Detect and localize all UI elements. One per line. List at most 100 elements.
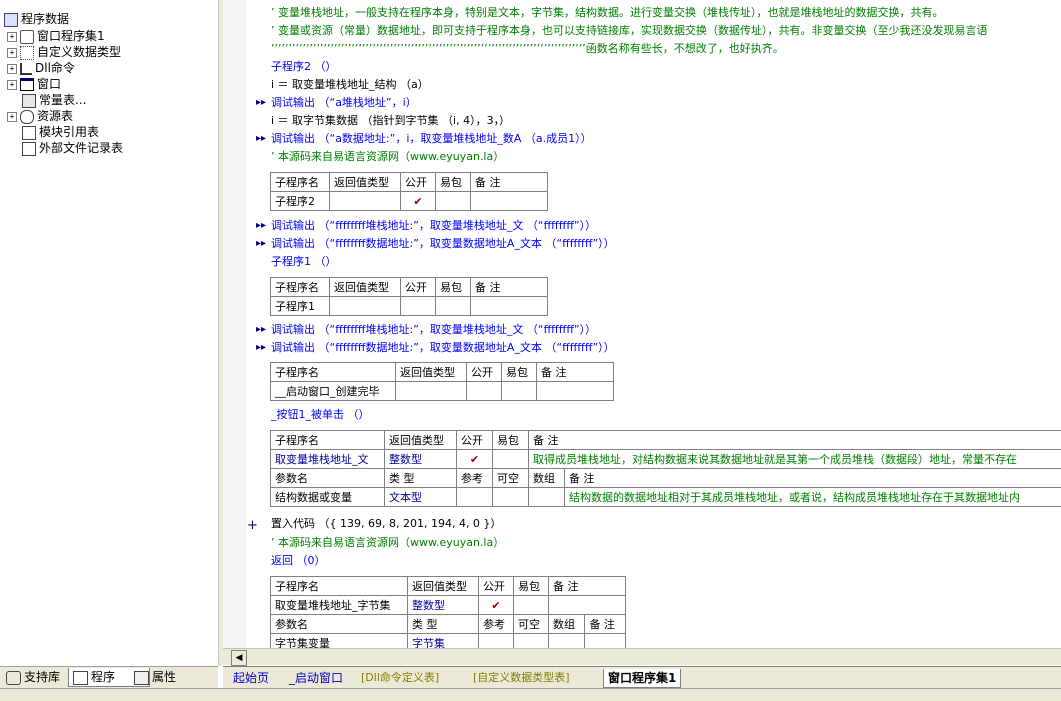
scroll-left-icon[interactable]: ◀ bbox=[231, 650, 247, 666]
code-line[interactable]: 调试输出 （“ffffffff堆栈地址:”，取变量堆栈地址_文 （“ffffff… bbox=[271, 218, 596, 234]
note-cell[interactable] bbox=[549, 596, 626, 615]
code-line[interactable]: 子程序2 （） bbox=[271, 59, 337, 75]
tree-item-constants[interactable]: 常量表... bbox=[22, 92, 86, 108]
tab-custom-types-table[interactable]: [自定义数据类型表] bbox=[473, 669, 570, 687]
tree-item-window-assembly[interactable]: +窗口程序集1 bbox=[7, 28, 105, 44]
code-line[interactable]: i ＝ 取字节集数据 （指针到字节集 （i, 4），3，） bbox=[271, 113, 510, 129]
sub1-table[interactable]: 子程序名 返回值类型 公开 易包 备 注 子程序1 bbox=[270, 277, 548, 316]
easy-pack-cell[interactable] bbox=[493, 450, 529, 469]
code-line[interactable]: 子程序1 （） bbox=[271, 254, 337, 270]
comment-line: ’ 变量或资源（常量）数据地址，即可支持于程序本身，也可以支持链接库，实现数据交… bbox=[271, 23, 988, 39]
header-cell: 备 注 bbox=[537, 363, 614, 382]
public-cell[interactable]: ✔ bbox=[457, 450, 493, 469]
public-cell[interactable] bbox=[467, 382, 502, 401]
sub-name-cell[interactable]: 子程序2 bbox=[271, 192, 330, 211]
public-cell[interactable]: ✔ bbox=[401, 192, 436, 211]
header-cell: 子程序名 bbox=[271, 278, 330, 297]
param-type-cell[interactable]: 字节集 bbox=[408, 634, 479, 649]
module-ref-icon bbox=[22, 126, 36, 140]
code-line[interactable]: 置入代码 （{ 139, 69, 8, 201, 194, 4, 0 }） bbox=[271, 516, 501, 532]
return-type-cell[interactable]: 整数型 bbox=[408, 596, 479, 615]
comment-line: ’ 本源码来自易语言资源网（www.eyuyan.la） bbox=[271, 535, 504, 551]
check-icon: ✔ bbox=[470, 453, 479, 466]
code-line[interactable]: _按钮1_被单击 （） bbox=[271, 407, 370, 423]
side-panel-tabs: 支持库 程序 属性 bbox=[0, 666, 218, 689]
stack-address-table[interactable]: 子程序名 返回值类型 公开 易包 备 注 取变量堆栈地址_文 整数型 ✔ 取得成… bbox=[270, 430, 1061, 507]
ref-cell[interactable] bbox=[479, 634, 514, 649]
library-icon bbox=[6, 671, 21, 685]
tab-startup-window[interactable]: _启动窗口 bbox=[289, 669, 343, 687]
code-line[interactable]: 调试输出 （“ffffffff堆栈地址:”，取变量堆栈地址_文 （“ffffff… bbox=[271, 322, 596, 338]
header-cell: 备 注 bbox=[529, 431, 1061, 450]
sub-name-cell[interactable]: 取变量堆栈地址_文 bbox=[271, 450, 385, 469]
expand-icon[interactable]: + bbox=[7, 80, 17, 90]
expand-icon[interactable]: + bbox=[7, 32, 17, 42]
header-cell: 返回值类型 bbox=[385, 431, 457, 450]
header-cell: 备 注 bbox=[585, 615, 626, 634]
tree-item-external-files[interactable]: 外部文件记录表 bbox=[22, 140, 123, 156]
nullable-cell[interactable] bbox=[514, 634, 549, 649]
tree-item-module-refs[interactable]: 模块引用表 bbox=[22, 124, 99, 140]
easy-pack-cell[interactable] bbox=[436, 192, 471, 211]
tab-properties[interactable]: 属性 bbox=[130, 668, 208, 686]
public-cell[interactable] bbox=[401, 297, 436, 316]
status-bar bbox=[0, 688, 1061, 701]
tab-start-page[interactable]: 起始页 bbox=[233, 669, 269, 687]
note-cell[interactable] bbox=[537, 382, 614, 401]
tree-item-resources[interactable]: + 资源表 bbox=[7, 108, 73, 124]
code-line[interactable]: 返回 （0） bbox=[271, 553, 326, 569]
bytes-table[interactable]: 子程序名 返回值类型 公开 易包 备 注 取变量堆栈地址_字节集 整数型 ✔ 参… bbox=[270, 576, 626, 648]
sub-name-cell[interactable]: 取变量堆栈地址_字节集 bbox=[271, 596, 408, 615]
tree-root[interactable]: 程序数据 bbox=[4, 11, 69, 27]
expand-icon[interactable]: + bbox=[7, 112, 17, 122]
array-cell[interactable] bbox=[549, 634, 585, 649]
return-type-cell[interactable] bbox=[330, 297, 401, 316]
nullable-cell[interactable] bbox=[493, 488, 529, 507]
easy-pack-cell[interactable] bbox=[502, 382, 537, 401]
code-line[interactable]: 调试输出 （“ffffffff数据地址:”，取变量数据地址A_文本 （“ffff… bbox=[271, 236, 615, 252]
code-line[interactable]: 调试输出 （“a数据地址:”，i，取变量堆栈地址_数A （a.成员1）） bbox=[271, 131, 592, 147]
check-icon: ✔ bbox=[413, 195, 422, 208]
sub2-table[interactable]: 子程序名 返回值类型 公开 易包 备 注 子程序2 ✔ bbox=[270, 172, 548, 211]
return-type-cell[interactable] bbox=[330, 192, 401, 211]
code-line[interactable]: 调试输出 （“a堆栈地址”，i） bbox=[271, 95, 417, 111]
code-line[interactable]: 调试输出 （“ffffffff数据地址:”，取变量数据地址A_文本 （“ffff… bbox=[271, 340, 615, 356]
header-cell: 易包 bbox=[502, 363, 537, 382]
code-editor[interactable]: ’ 变量堆栈地址，一般支持在程序本身，特别是文本，字节集，结构数据。进行变量交换… bbox=[246, 0, 1061, 648]
tree-item-label: 资源表 bbox=[37, 109, 73, 123]
tab-label: 属性 bbox=[152, 670, 176, 684]
param-note-cell[interactable] bbox=[585, 634, 626, 649]
param-type-cell[interactable]: 文本型 bbox=[385, 488, 457, 507]
tab-window-assembly[interactable]: 窗口程序集1 bbox=[603, 669, 681, 688]
sub-name-cell[interactable]: __启动窗口_创建完毕 bbox=[271, 382, 396, 401]
program-icon bbox=[73, 671, 88, 685]
tree-item-window[interactable]: +窗口 bbox=[7, 76, 61, 92]
tree-item-dll-commands[interactable]: +Dll命令 bbox=[7, 60, 75, 76]
return-type-cell[interactable]: 整数型 bbox=[385, 450, 457, 469]
param-name-cell[interactable]: 结构数据或变量 bbox=[271, 488, 385, 507]
sub-name-cell[interactable]: 子程序1 bbox=[271, 297, 330, 316]
program-data-icon bbox=[4, 13, 18, 27]
note-cell[interactable] bbox=[471, 297, 548, 316]
easy-pack-cell[interactable] bbox=[436, 297, 471, 316]
expand-icon[interactable]: + bbox=[7, 64, 17, 74]
public-cell[interactable]: ✔ bbox=[479, 596, 514, 615]
horizontal-scrollbar[interactable]: ◀ bbox=[223, 648, 1061, 665]
startup-table[interactable]: 子程序名 返回值类型 公开 易包 备 注 __启动窗口_创建完毕 bbox=[270, 362, 614, 401]
tree-item-custom-types[interactable]: +自定义数据类型 bbox=[7, 44, 121, 60]
code-line[interactable]: i ＝ 取变量堆栈地址_结构 （a） bbox=[271, 77, 429, 93]
array-cell[interactable] bbox=[529, 488, 565, 507]
return-type-cell[interactable] bbox=[396, 382, 467, 401]
note-cell[interactable] bbox=[471, 192, 548, 211]
easy-pack-cell[interactable] bbox=[514, 596, 549, 615]
param-note-cell[interactable]: 结构数据的数据地址相对于其成员堆栈地址，或者说，结构成员堆栈地址存在于其数据地址… bbox=[565, 488, 1061, 507]
header-cell: 备 注 bbox=[549, 577, 626, 596]
header-cell: 数组 bbox=[549, 615, 585, 634]
tree-item-label: 模块引用表 bbox=[39, 125, 99, 139]
expand-icon[interactable]: + bbox=[7, 48, 17, 58]
note-cell[interactable]: 取得成员堆栈地址，对结构数据来说其数据地址就是其第一个成员堆栈（数据段）地址，常… bbox=[529, 450, 1061, 469]
tab-dll-table[interactable]: [Dll命令定义表] bbox=[361, 669, 439, 687]
breakpoint-arrow-icon: ▸▸ bbox=[256, 238, 266, 249]
param-name-cell[interactable]: 字节集变量 bbox=[271, 634, 408, 649]
ref-cell[interactable] bbox=[457, 488, 493, 507]
